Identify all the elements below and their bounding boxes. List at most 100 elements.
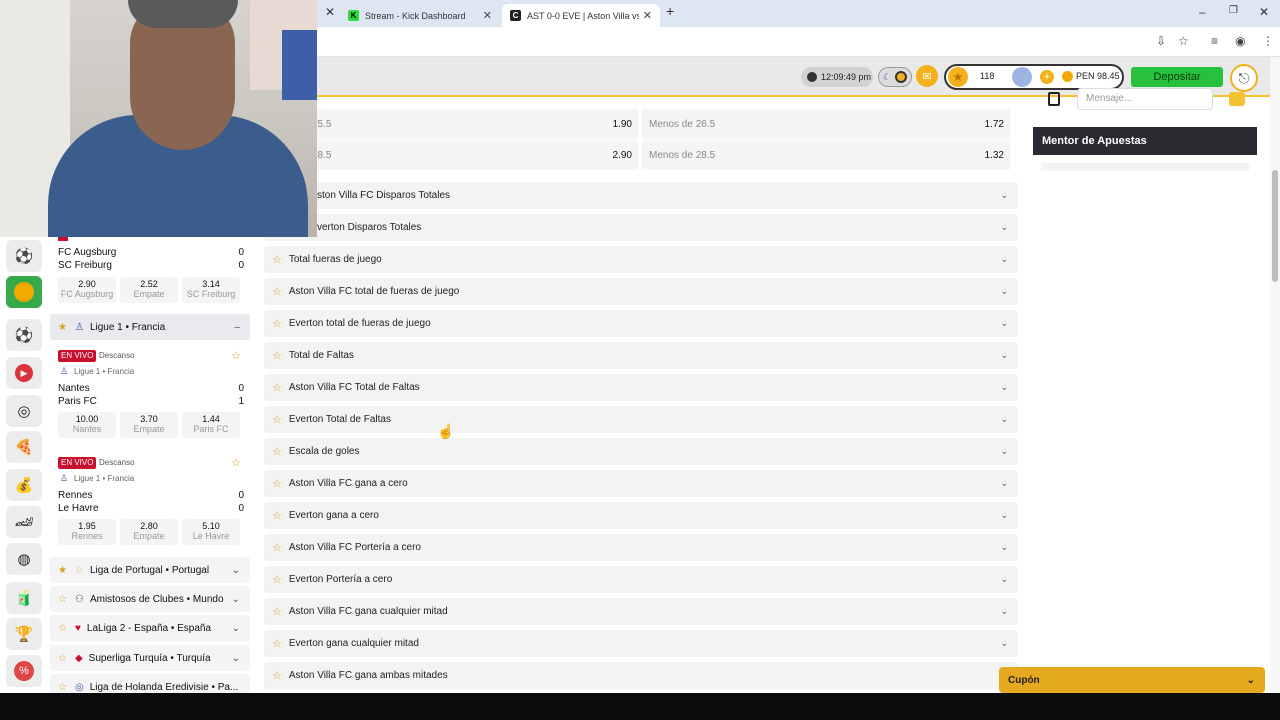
team-home: FC Augsburg 0 (58, 247, 244, 258)
odd-home[interactable]: 2.90 FC Augsburg (58, 277, 116, 303)
market-row[interactable]: ☆ Everton total de fueras de juego ⌄ (264, 310, 1018, 337)
market-row[interactable]: ☆ Everton Portería a cero ⌄ (264, 566, 1018, 593)
add-funds-icon[interactable]: + (1040, 70, 1054, 84)
favorite-star-icon[interactable]: ☆ (272, 285, 282, 298)
odd-draw[interactable]: 2.52 Empate (120, 277, 178, 303)
market-row[interactable]: ☆ Escala de goles ⌄ (264, 438, 1018, 465)
rail-racing-icon[interactable]: 🏎 (6, 506, 42, 538)
league-header-ligue1[interactable]: ★ ♙ Ligue 1 • Francia – (50, 314, 250, 340)
rail-bottle-icon[interactable]: 🧃 (6, 582, 42, 614)
favorite-star-icon[interactable]: ☆ (272, 253, 282, 266)
favorite-star-icon[interactable]: ★ (58, 565, 67, 576)
favorite-star-icon[interactable]: ★ (58, 322, 67, 333)
avatar[interactable] (1012, 67, 1032, 87)
market-row[interactable]: ☆Aston Villa FC gana ambas mitades⌄ (264, 662, 1018, 689)
scrollbar[interactable] (1270, 57, 1280, 693)
rail-percent-icon[interactable]: % (6, 655, 42, 687)
league-row-turquia[interactable]: ☆ ◆ Superliga Turquía • Turquía ⌄ (50, 645, 250, 671)
market-row[interactable]: ☆ Total fueras de juego ⌄ (264, 246, 1018, 273)
favorite-star-icon[interactable]: ☆ (272, 605, 282, 618)
odd-draw[interactable]: 3.70 Empate (120, 412, 178, 438)
thumbs-up-icon[interactable] (1229, 92, 1245, 106)
market-row[interactable]: ☆ Everton gana cualquier mitad ⌄ (264, 630, 1018, 657)
market-row[interactable]: ☆ Aston Villa FC gana a cero ⌄ (264, 470, 1018, 497)
rail-slot-icon[interactable]: 🍕 (6, 431, 42, 463)
market-row[interactable]: ☆ Aston Villa FC Portería a cero ⌄ (264, 534, 1018, 561)
menu-kebab-icon[interactable]: ⋮ (1262, 34, 1274, 48)
league-row-portugal[interactable]: ★ ♘ Liga de Portugal • Portugal ⌄ (50, 557, 250, 583)
favorite-star-icon[interactable]: ☆ (272, 573, 282, 586)
league-logo-icon: ♙ (74, 321, 84, 333)
favorite-star-icon[interactable]: ☆ (272, 509, 282, 522)
logout-icon[interactable]: ⎋ (1230, 64, 1258, 92)
favorite-star-icon[interactable]: ☆ (272, 541, 282, 554)
chevron-down-icon: ⌄ (1000, 510, 1008, 520)
favorite-star-icon[interactable]: ☆ (272, 349, 282, 362)
minimize-icon[interactable]: – (1199, 5, 1206, 19)
scrollbar-thumb[interactable] (1272, 170, 1278, 282)
close-tab-icon[interactable]: ✕ (325, 5, 335, 19)
favorite-star-icon[interactable]: ☆ (58, 682, 67, 693)
rail-orange-ball-icon[interactable] (6, 276, 42, 308)
odds-over-row[interactable]: 25.5 1.90 (264, 109, 638, 139)
install-app-icon[interactable]: ⇩ (1156, 34, 1166, 48)
market-row[interactable]: verton Disparos Totales ⌄ (264, 214, 1018, 241)
odd-home[interactable]: 1.95 Rennes (58, 519, 116, 545)
rail-target-icon[interactable]: ◎ (6, 395, 42, 427)
market-row[interactable]: ☆ Aston Villa FC total de fueras de juego… (264, 278, 1018, 305)
market-row[interactable]: ☆ Everton gana a cero ⌄ (264, 502, 1018, 529)
favorite-star-icon[interactable]: ☆ (272, 413, 282, 426)
chat-input[interactable]: Mensaje... (1077, 88, 1213, 110)
tab-aston-villa-everton[interactable]: C AST 0-0 EVE | Aston Villa vs Eve ✕ (502, 4, 660, 27)
rail-ball-icon[interactable]: ⚽ (6, 240, 42, 272)
deposit-button[interactable]: Depositar (1131, 67, 1223, 87)
event-league: Ligue 1 • Francia (74, 474, 135, 483)
league-row-laliga2[interactable]: ☆ ♥ LaLiga 2 - España • España ⌄ (50, 615, 250, 641)
collapse-icon[interactable]: – (234, 322, 240, 333)
bookmark-star-icon[interactable]: ☆ (1178, 34, 1189, 48)
market-row[interactable]: ☆ Total de Faltas ⌄ (264, 342, 1018, 369)
market-row[interactable]: ☆ Everton Total de Faltas ⌄ (264, 406, 1018, 433)
favorite-star-icon[interactable]: ☆ (272, 477, 282, 490)
theme-toggle[interactable]: ☾ (878, 67, 912, 87)
favorite-star-icon[interactable]: ☆ (231, 456, 241, 469)
favorite-star-icon[interactable]: ☆ (231, 349, 241, 362)
new-tab-button[interactable]: + (666, 3, 674, 19)
odd-away[interactable]: 1.44 Paris FC (182, 412, 240, 438)
market-row[interactable]: ☆ Aston Villa FC gana cualquier mitad ⌄ (264, 598, 1018, 625)
favorite-star-icon[interactable]: ☆ (272, 381, 282, 394)
close-tab-icon[interactable]: ✕ (483, 9, 492, 22)
profile-icon[interactable]: ◉ (1235, 34, 1245, 48)
favorite-star-icon[interactable]: ☆ (58, 594, 67, 605)
favorite-star-icon[interactable]: ☆ (272, 637, 282, 650)
close-tab-icon[interactable]: ✕ (643, 9, 652, 22)
rail-coins-icon[interactable]: 💰 (6, 469, 42, 501)
favorite-star-icon[interactable]: ☆ (272, 669, 282, 682)
media-icon[interactable]: ≡ (1211, 34, 1218, 48)
wallet-bar[interactable]: ★ 118 + PEN 98.45 (944, 64, 1124, 90)
rail-play-icon[interactable]: ▶ (6, 357, 42, 389)
odd-away[interactable]: 3.14 SC Freiburg (182, 277, 240, 303)
favorite-star-icon[interactable]: ☆ (58, 623, 67, 634)
odds-over-row[interactable]: 28.5 2.90 (264, 140, 638, 170)
market-row[interactable]: ☆ Aston Villa FC Total de Faltas ⌄ (264, 374, 1018, 401)
mail-icon[interactable]: ✉ (916, 65, 938, 87)
tab-kick-dashboard[interactable]: K Stream - Kick Dashboard ✕ (340, 4, 500, 27)
coupon-bar[interactable]: Cupón ⌄ (999, 667, 1265, 693)
chat-attach-icon[interactable] (1048, 92, 1060, 106)
odd-draw[interactable]: 2.80 Empate (120, 519, 178, 545)
odd-home[interactable]: 10.00 Nantes (58, 412, 116, 438)
favorite-star-icon[interactable]: ☆ (272, 445, 282, 458)
favorite-star-icon[interactable]: ☆ (272, 317, 282, 330)
rail-casino-chip-icon[interactable]: ◍ (6, 543, 42, 575)
odds-under-row[interactable]: Menos de 26.5 1.72 (642, 109, 1010, 139)
odd-away[interactable]: 5.10 Le Havre (182, 519, 240, 545)
rail-trophy-icon[interactable]: 🏆 (6, 618, 42, 650)
market-row[interactable]: ston Villa FC Disparos Totales ⌄ (264, 182, 1018, 209)
odds-under-row[interactable]: Menos de 28.5 1.32 (642, 140, 1010, 170)
rail-soccer-icon[interactable]: ⚽ (6, 319, 42, 351)
favorite-star-icon[interactable]: ☆ (58, 653, 67, 664)
restore-icon[interactable]: ❐ (1229, 5, 1238, 16)
close-window-icon[interactable]: ✕ (1259, 5, 1269, 19)
league-row-amistosos[interactable]: ☆ ⚇ Amistosos de Clubes • Mundo ⌄ (50, 586, 250, 612)
